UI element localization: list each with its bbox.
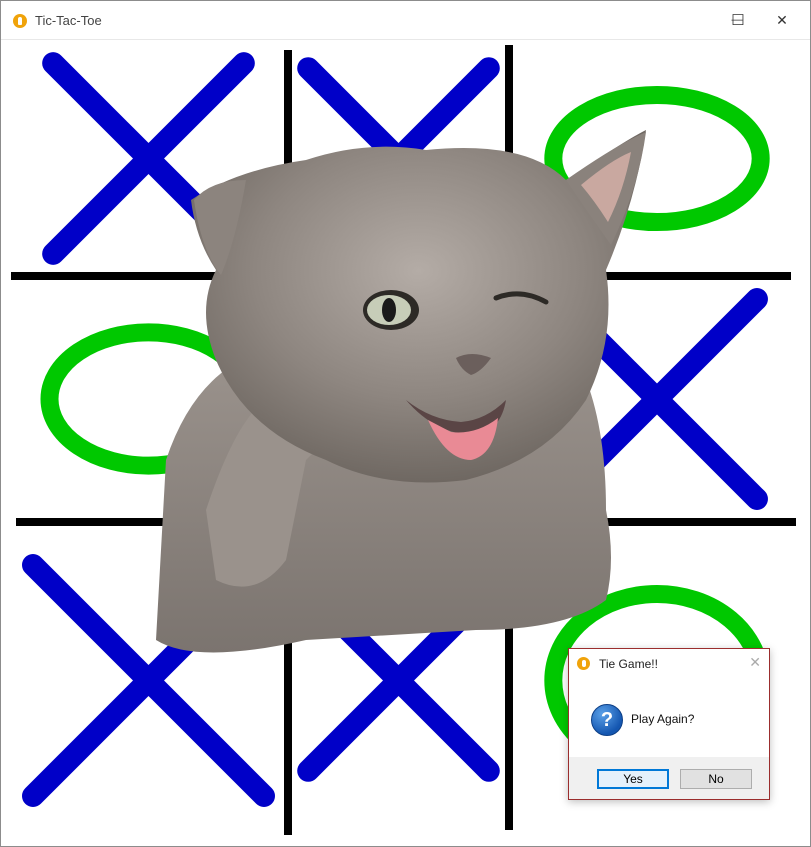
dialog-app-icon bbox=[577, 657, 590, 670]
tie-game-dialog: Tie Game!! ✕ ? Play Again? Yes No bbox=[568, 648, 770, 800]
close-icon: ✕ bbox=[776, 11, 788, 28]
title-bar[interactable]: Tic-Tac-Toe — ✕ ☐ bbox=[1, 1, 810, 40]
dialog-footer: Yes No bbox=[569, 757, 769, 799]
app-icon bbox=[13, 14, 27, 28]
maximize-icon: ☐ bbox=[731, 12, 745, 29]
dialog-close-icon[interactable]: ✕ bbox=[749, 654, 761, 671]
dialog-title: Tie Game!! bbox=[599, 657, 658, 671]
dialog-title-bar[interactable]: Tie Game!! ✕ bbox=[569, 649, 769, 679]
maximize-button[interactable]: ☐ bbox=[716, 1, 760, 39]
no-button[interactable]: No bbox=[680, 769, 752, 789]
kitten-image bbox=[156, 130, 646, 653]
close-button[interactable]: ✕ bbox=[760, 1, 804, 39]
question-icon: ? bbox=[591, 704, 623, 736]
yes-button[interactable]: Yes bbox=[597, 769, 669, 789]
dialog-message: Play Again? bbox=[631, 712, 695, 726]
window-title: Tic-Tac-Toe bbox=[35, 13, 102, 28]
